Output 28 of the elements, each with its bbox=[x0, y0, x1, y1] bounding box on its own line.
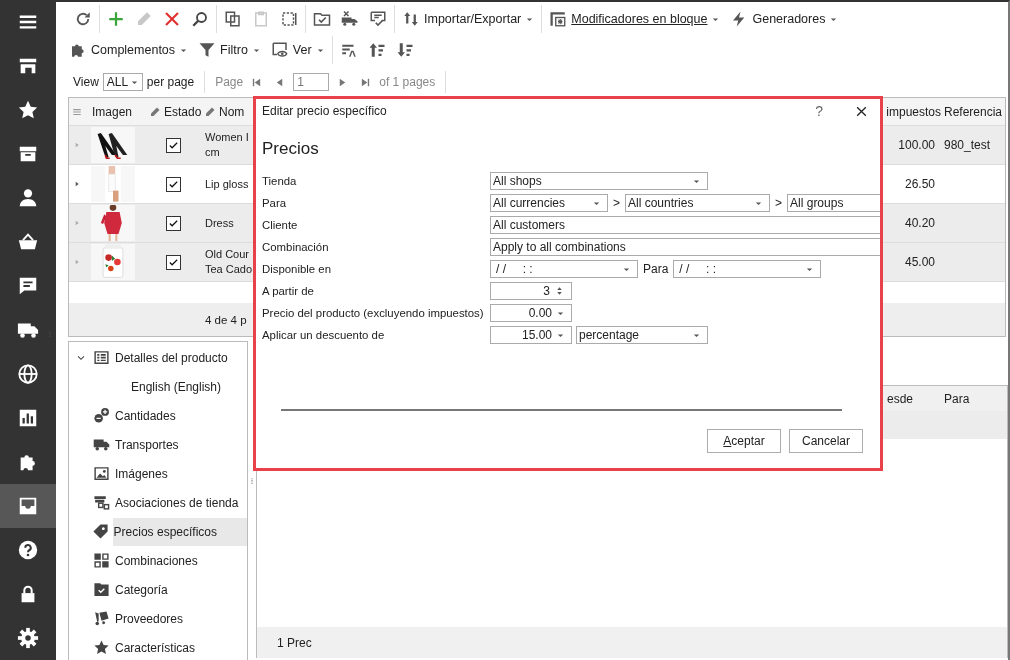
field-label: Para bbox=[262, 196, 288, 211]
table-cell: 100.00 bbox=[898, 138, 935, 152]
table-cell-text: 980_test bbox=[943, 138, 991, 152]
record-count: 1 Prec bbox=[277, 635, 312, 650]
separator-label: > bbox=[613, 196, 620, 210]
field-label: Precio del producto (excluyendo impuestos) bbox=[262, 306, 485, 321]
field-label: A partir de bbox=[262, 284, 315, 299]
section-heading: Precios bbox=[262, 139, 320, 159]
page-count: of 1 pages bbox=[379, 75, 436, 89]
field-label: Para bbox=[643, 262, 669, 276]
field-label: Tienda bbox=[262, 174, 298, 189]
table-cell: Lip gloss bbox=[205, 176, 249, 192]
table-cell: 45.00 bbox=[904, 255, 935, 269]
page-label: Page bbox=[215, 75, 244, 89]
separator-label: > bbox=[775, 196, 783, 210]
field-label: Disponible en bbox=[262, 262, 333, 277]
view-label: View bbox=[73, 75, 99, 89]
table-cell: 26.50 bbox=[904, 177, 935, 191]
field-label: Cliente bbox=[262, 218, 299, 233]
field-label: Aplicar un descuento de bbox=[262, 328, 386, 343]
table-cell: Women I cm bbox=[205, 130, 249, 160]
table-cell: Dress bbox=[205, 215, 234, 231]
table-cell: Old Cour Tea Cado bbox=[205, 247, 253, 277]
dialog-title: Editar precio específico bbox=[262, 104, 387, 118]
record-count: 4 de 4 p bbox=[205, 313, 247, 326]
per-page-label: per page bbox=[146, 75, 195, 89]
field-label: Combinación bbox=[262, 240, 330, 255]
table-cell: 40.20 bbox=[904, 216, 935, 230]
